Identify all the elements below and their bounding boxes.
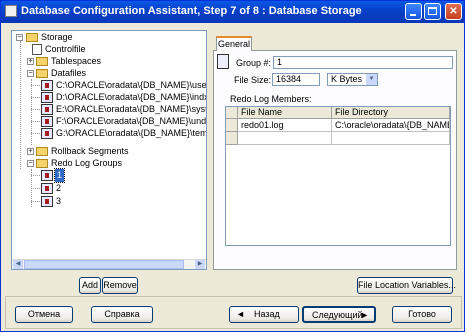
folder-icon [26,33,38,42]
column-header-file-name[interactable]: File Name [238,107,332,119]
tree-horizontal-scrollbar[interactable]: ◀ ▶ [12,259,206,269]
collapse-icon[interactable]: − [27,160,34,167]
tree-line [31,133,40,134]
close-icon: ✕ [449,6,458,17]
group-number-input[interactable]: 1 [273,56,453,69]
collapse-icon[interactable]: − [27,70,34,77]
row-header-corner [226,107,238,119]
back-arrow-icon: ◄ [236,309,245,319]
scroll-right-icon[interactable]: ▶ [195,260,205,269]
close-button[interactable]: ✕ [445,3,462,20]
tree-label: G:\ORACLE\oradata\{DB_NAME}\temp01.dbf [56,128,207,138]
tree-label: 3 [56,196,62,206]
controlfile-icon [32,44,42,55]
datafile-icon [41,92,53,103]
file-size-input[interactable]: 16384 [272,73,320,86]
file-size-unit-select[interactable]: K Bytes ▼ [327,73,378,86]
tree-label-selected: 1 [53,168,66,183]
row-header[interactable] [226,132,238,145]
minimize-icon [410,14,416,16]
scroll-thumb[interactable] [24,260,184,269]
tree-label: 2 [56,183,62,193]
title-bar: Database Configuration Assistant, Step 7… [1,1,464,23]
tree-line [31,188,40,189]
minimize-button[interactable] [405,3,422,20]
finish-button[interactable]: Готово [392,306,452,323]
app-icon [5,5,17,17]
help-button[interactable]: Справка [91,306,153,323]
cell-file-directory-empty[interactable] [332,132,450,145]
collapse-icon[interactable]: − [16,34,23,41]
datafile-icon [41,80,53,91]
tree-item-redo-group[interactable]: 1 [31,168,80,183]
tab-content: Group #: 1 File Size: 16384 K Bytes ▼ Re… [213,50,457,270]
file-size-label: File Size: [234,75,272,85]
datafile-icon [41,128,53,139]
expand-icon[interactable]: + [27,58,34,65]
tree-item-redo-group[interactable]: 2 [31,182,80,195]
scroll-left-icon[interactable]: ◀ [13,260,23,269]
datafile-icon [41,116,53,127]
group-number-label: Group #: [236,58,272,68]
back-label: Назад [254,309,280,319]
tree-line [31,79,32,145]
tab-general[interactable]: General [216,36,252,51]
expand-icon[interactable]: + [27,148,34,155]
maximize-button[interactable] [424,3,441,20]
back-button[interactable]: ◄ Назад [229,306,299,323]
general-tab-panel: Group #: 1 File Size: 16384 K Bytes ▼ Re… [213,34,457,270]
next-arrow-icon: ► [360,310,369,320]
storage-tree[interactable]: − Storage Controlfile + Tablespaces − Da… [11,30,207,270]
tree-line [31,97,40,98]
folder-icon [36,69,48,78]
cancel-button[interactable]: Отмена [15,306,73,323]
folder-icon [36,57,48,66]
redo-log-icon [41,196,53,207]
tree-line [31,121,40,122]
next-label: Следующий [312,310,363,320]
tree-line [31,109,40,110]
maximize-icon [428,7,437,15]
tree-line [31,85,40,86]
redo-log-icon [41,183,53,194]
datafile-icon [41,104,53,115]
chevron-down-icon[interactable]: ▼ [366,74,377,85]
file-location-variables-button[interactable]: File Location Variables... [357,277,456,294]
unit-value: K Bytes [331,74,363,84]
next-button[interactable]: Следующий ► [302,306,376,323]
tree-item-redo-group[interactable]: 3 [31,195,80,208]
redo-log-members-label: Redo Log Members: [230,94,312,104]
column-header-file-directory[interactable]: File Directory [332,107,450,119]
folder-icon [36,159,48,168]
row-header[interactable] [226,119,238,132]
redo-members-table[interactable]: File Name File Directory redo01.log C:\o… [225,106,451,246]
tree-item-datafile[interactable]: G:\ORACLE\oradata\{DB_NAME}\temp01.dbf [31,127,207,140]
tree-line [31,175,40,176]
cell-file-directory[interactable]: C:\oracle\oradata\{DB_NAME}\ [332,119,450,132]
tree-line [20,41,21,169]
cell-file-name-empty[interactable] [238,132,332,145]
window-title: Database Configuration Assistant, Step 7… [21,5,362,17]
cell-file-name[interactable]: redo01.log [238,119,332,132]
dbca-window: Database Configuration Assistant, Step 7… [0,0,465,332]
add-button[interactable]: Add [79,277,101,294]
redo-log-icon [41,170,53,181]
folder-icon [36,147,48,156]
remove-button[interactable]: Remove [102,277,138,294]
redo-group-icon [217,54,229,69]
tree-line [31,201,40,202]
